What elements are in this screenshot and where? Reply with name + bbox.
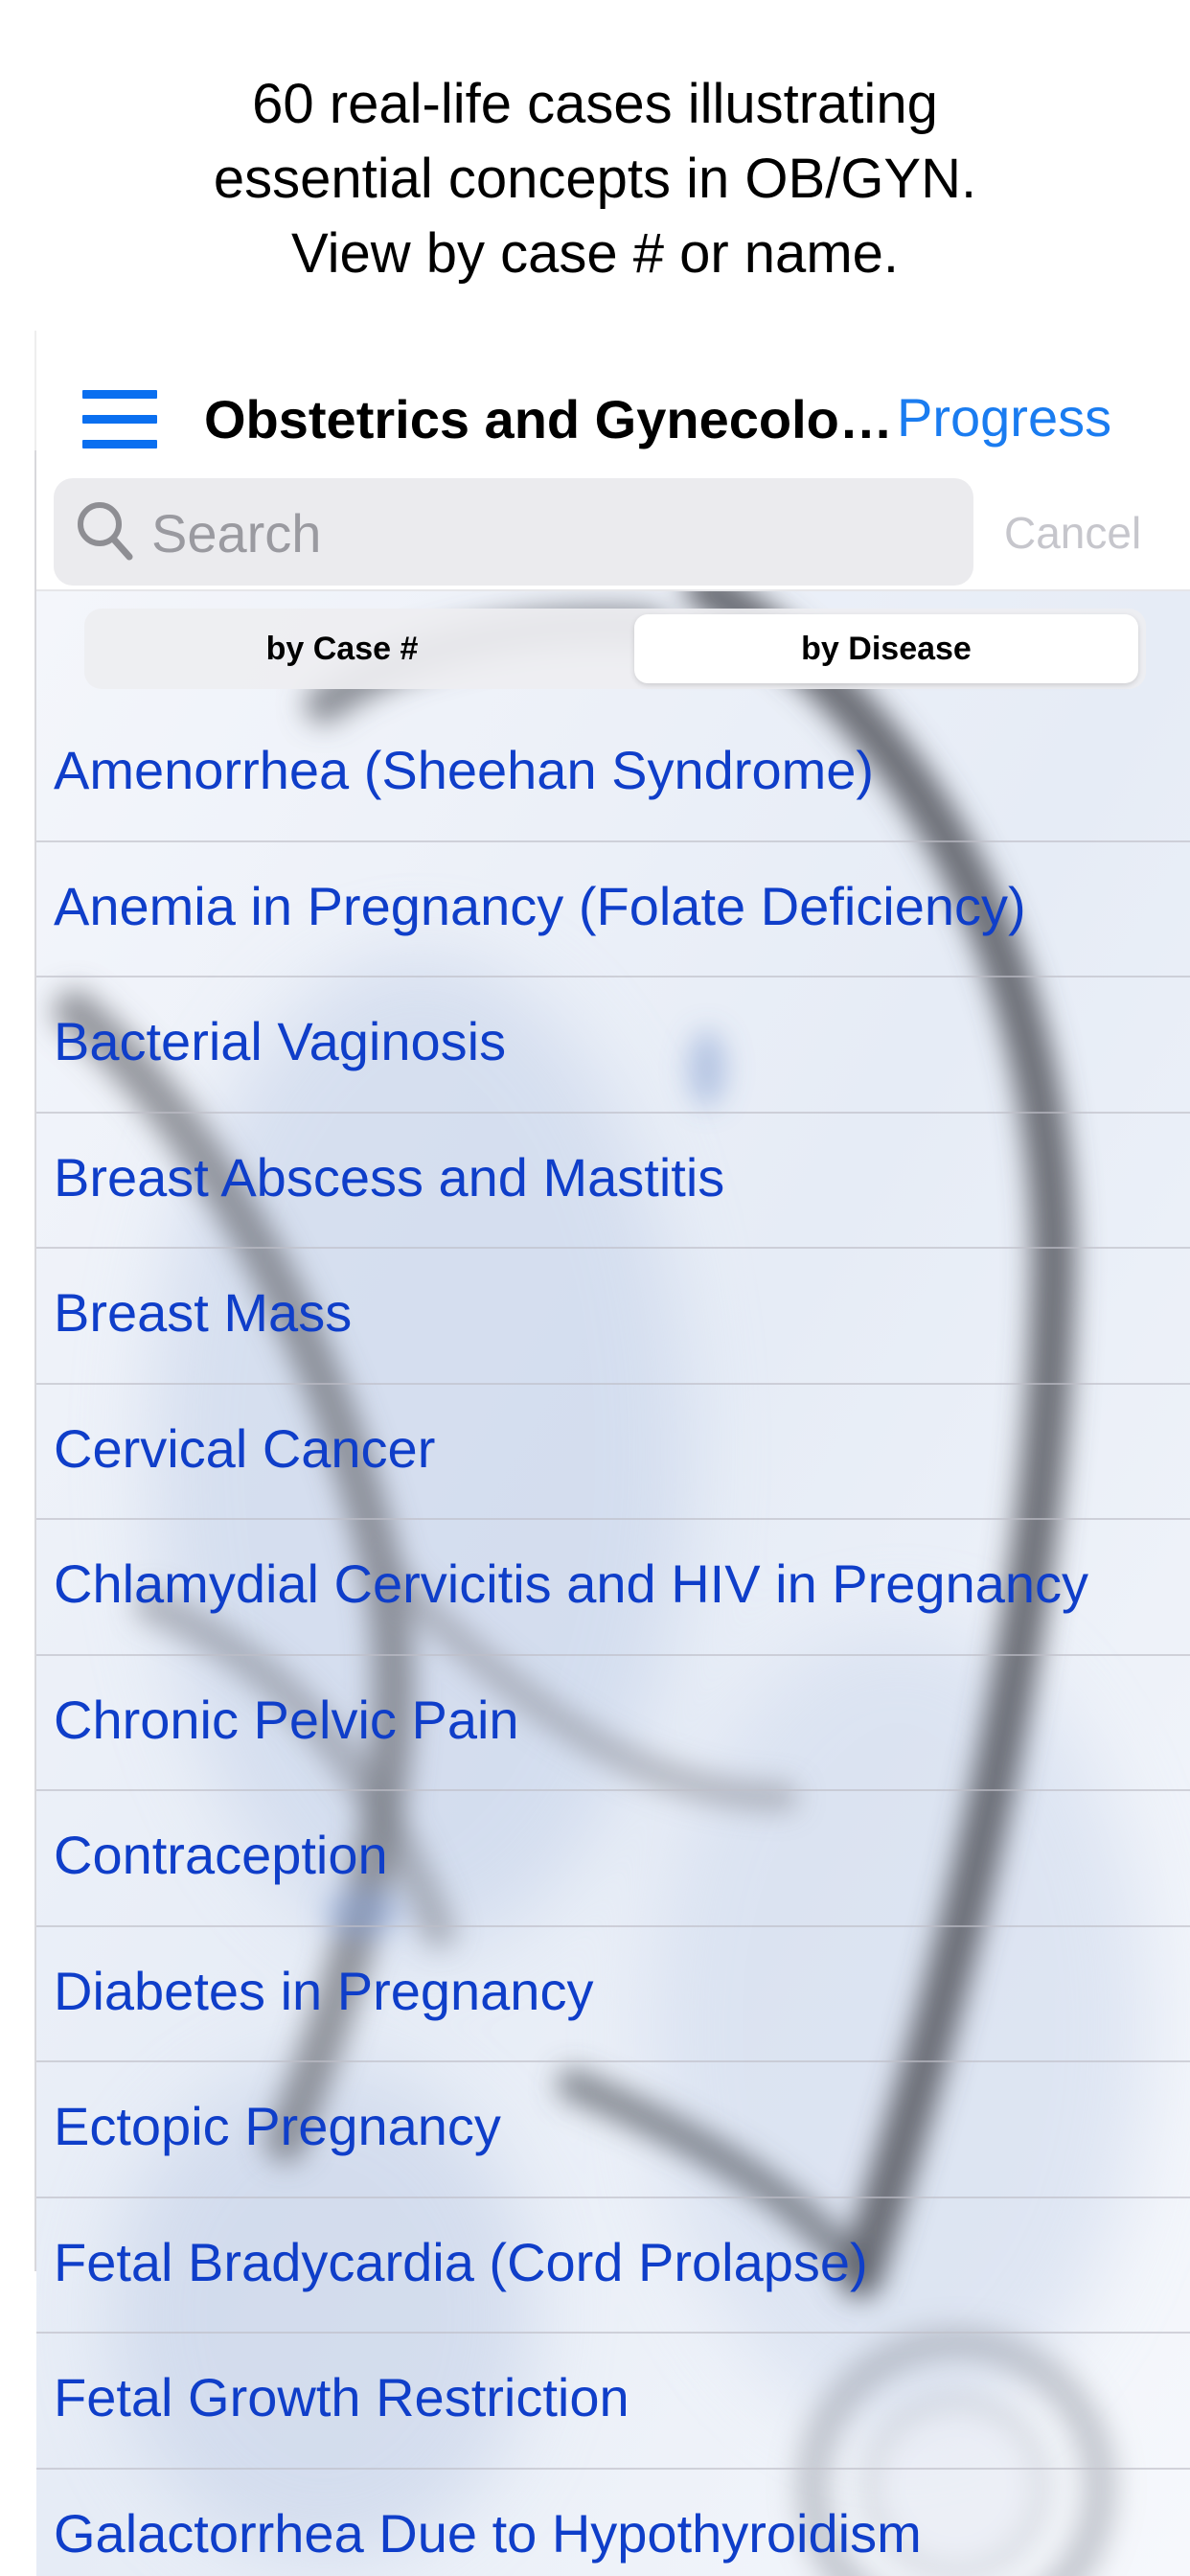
list-item-label: Amenorrhea (Sheehan Syndrome) [54, 740, 875, 800]
list-item-label: Breast Mass [54, 1282, 353, 1343]
list-item[interactable]: Chlamydial Cervicitis and HIV in Pregnan… [36, 1520, 1190, 1656]
hamburger-menu-icon[interactable] [82, 390, 159, 449]
search-bar: Cancel [36, 476, 1190, 591]
list-item-label: Cervical Cancer [54, 1417, 436, 1479]
page-title: Obstetrics and Gynecolo… [204, 389, 893, 449]
list-item-label: Contraception [54, 1825, 388, 1885]
magnifying-glass-icon [78, 502, 133, 561]
list-item[interactable]: Breast Mass [36, 1249, 1190, 1385]
navigation-bar: Obstetrics and Gynecolo… Progress [36, 331, 1190, 478]
list-item-label: Chlamydial Cervicitis and HIV in Pregnan… [54, 1553, 1088, 1614]
segment-by-disease[interactable]: by Disease [634, 614, 1138, 683]
sort-segmented-control: by Case # by Disease [84, 609, 1146, 689]
list-item[interactable]: Anemia in Pregnancy (Folate Deficiency) [36, 842, 1190, 978]
list-item[interactable]: Diabetes in Pregnancy [36, 1927, 1190, 2062]
list-item-label: Ectopic Pregnancy [54, 2096, 501, 2156]
progress-button[interactable]: Progress [897, 386, 1111, 448]
case-list: Amenorrhea (Sheehan Syndrome) Anemia in … [36, 706, 1190, 2576]
cancel-button[interactable]: Cancel [1004, 507, 1141, 559]
app-screen: Obstetrics and Gynecolo… Progress Cancel… [36, 331, 1190, 2576]
list-item[interactable]: Bacterial Vaginosis [36, 978, 1190, 1114]
list-item-label: Fetal Bradycardia (Cord Prolapse) [54, 2231, 868, 2292]
search-field[interactable] [54, 478, 973, 586]
caption-line-1: 60 real-life cases illustrating [252, 73, 938, 135]
list-item[interactable]: Fetal Growth Restriction [36, 2334, 1190, 2470]
list-item[interactable]: Ectopic Pregnancy [36, 2062, 1190, 2198]
list-item[interactable]: Breast Abscess and Mastitis [36, 1114, 1190, 1249]
list-item-label: Galactorrhea Due to Hypothyroidism [54, 2502, 922, 2564]
segment-by-case[interactable]: by Case # [90, 614, 594, 683]
list-item[interactable]: Cervical Cancer [36, 1385, 1190, 1520]
list-item[interactable]: Amenorrhea (Sheehan Syndrome) [36, 706, 1190, 842]
list-item[interactable]: Contraception [36, 1791, 1190, 1927]
list-item[interactable]: Galactorrhea Due to Hypothyroidism [36, 2470, 1190, 2576]
list-item-label: Breast Abscess and Mastitis [54, 1146, 725, 1208]
list-item[interactable]: Fetal Bradycardia (Cord Prolapse) [36, 2198, 1190, 2334]
list-item-label: Fetal Growth Restriction [54, 2367, 629, 2427]
caption-line-2: essential concepts in OB/GYN. [213, 148, 977, 210]
list-item-label: Bacterial Vaginosis [54, 1011, 507, 1071]
list-item-label: Chronic Pelvic Pain [54, 1689, 519, 1750]
list-item-label: Diabetes in Pregnancy [54, 1960, 594, 2021]
search-input[interactable] [149, 499, 958, 566]
list-item[interactable]: Chronic Pelvic Pain [36, 1656, 1190, 1791]
caption-line-3: View by case # or name. [290, 222, 900, 285]
list-item-label: Anemia in Pregnancy (Folate Deficiency) [54, 875, 1026, 936]
app-caption: 60 real-life cases illustrating essentia… [0, 67, 1190, 291]
